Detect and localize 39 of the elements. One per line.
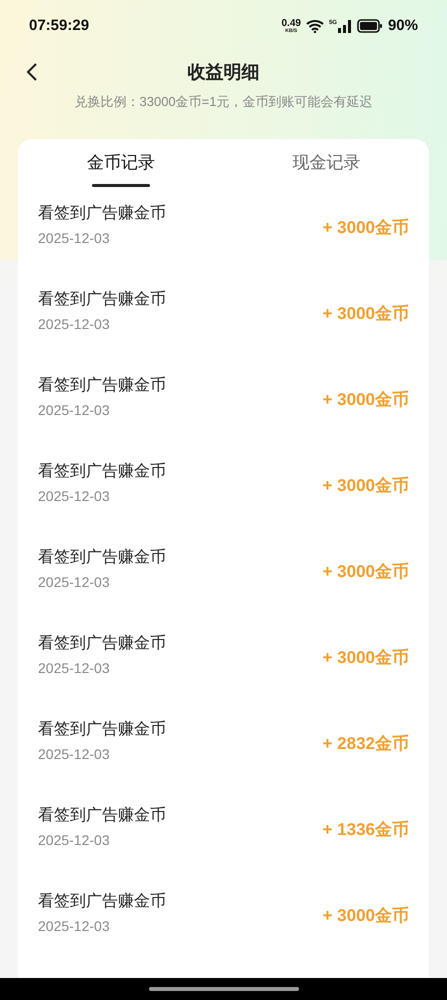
record-amount: + 3000金币: [322, 216, 409, 239]
battery-level: 90%: [388, 16, 418, 36]
status-time: 07:59:29: [29, 16, 90, 36]
record-title: 看签到广告赚金币: [38, 720, 166, 740]
record-amount: + 3000金币: [322, 646, 409, 669]
record-date: 2025-12-03: [38, 229, 111, 248]
record-title: 看签到广告赚金币: [38, 806, 166, 826]
signal-icon: [338, 20, 352, 32]
record-title: 看签到广告赚金币: [38, 462, 166, 482]
tab[interactable]: 现金记录: [224, 138, 429, 186]
battery-icon: [356, 19, 383, 33]
record-date: 2025-12-03: [38, 831, 111, 850]
back-icon: [26, 62, 38, 82]
record-amount: + 1336金币: [322, 818, 409, 841]
record-date: 2025-12-03: [38, 487, 111, 506]
page-title: 收益明细: [188, 60, 260, 84]
record-date: 2025-12-03: [38, 659, 111, 678]
record-amount: + 3000金币: [322, 388, 409, 411]
record-title: 看签到广告赚金币: [38, 892, 166, 912]
record-title: 看签到广告赚金币: [38, 204, 166, 224]
record-date: 2025-12-03: [38, 917, 111, 936]
record-date: 2025-12-03: [38, 401, 111, 420]
record-date: 2025-12-03: [38, 315, 111, 334]
record-date: 2025-12-03: [38, 745, 111, 764]
tab[interactable]: 金币记录: [18, 138, 224, 186]
record-amount: + 3000金币: [322, 302, 409, 325]
wifi-icon: [306, 19, 324, 33]
network-speed: 0.49: [281, 18, 301, 28]
record-title: 看签到广告赚金币: [38, 634, 166, 654]
record-amount: + 3000金币: [322, 474, 409, 497]
record-title: 看签到广告赚金币: [38, 376, 166, 396]
record-title: 看签到广告赚金币: [38, 290, 166, 310]
record-amount: + 3000金币: [322, 904, 409, 927]
record-title: 看签到广告赚金币: [38, 548, 166, 568]
record-date: 2025-12-03: [38, 573, 111, 592]
record-amount: + 2832金币: [322, 732, 409, 755]
tab-underline: [92, 184, 150, 186]
exchange-note: 兑换比例：33000金币=1元，金币到账可能会有延迟: [74, 93, 372, 111]
record-amount: + 3000金币: [322, 560, 409, 583]
